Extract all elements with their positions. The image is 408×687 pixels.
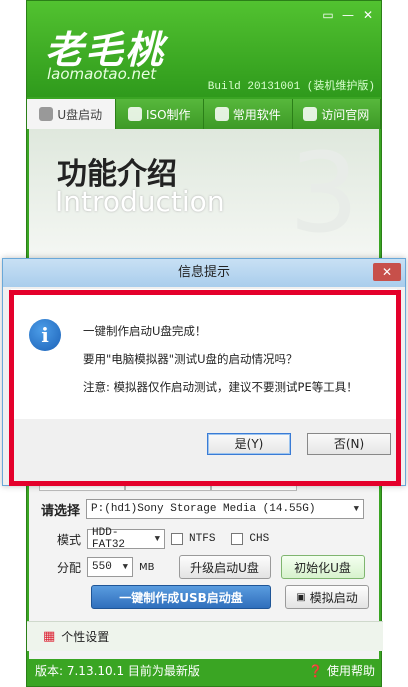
device-value: P:(hd1)Sony Storage Media (14.55G) — [91, 503, 316, 515]
yes-button[interactable]: 是(Y) — [207, 433, 291, 455]
monitor-icon: ▣ — [296, 591, 306, 603]
site-url: laomaotao.net — [47, 65, 157, 83]
mode-row: 模式 HDD-FAT32 ▼ NTFS CHS — [57, 527, 270, 551]
device-label: 请选择 — [41, 503, 81, 519]
build-label: Build 20131001 (装机维护版) — [207, 81, 375, 93]
info-dialog: 信息提示 ✕ i 一键制作启动U盘完成！ 要用"电脑模拟器"测试U盘的启动情况吗… — [2, 258, 406, 486]
no-button[interactable]: 否(N) — [307, 433, 391, 455]
intro-banner: 3 功能介绍 Introduction — [29, 129, 379, 269]
action-row: 一键制作成USB启动盘 ▣ 模拟启动 — [91, 585, 369, 609]
info-icon: i — [29, 319, 61, 351]
box-icon — [214, 107, 229, 121]
close-button[interactable]: ✕ — [357, 7, 379, 23]
intro-subtitle: Introduction — [55, 185, 225, 218]
user-icon — [303, 107, 318, 121]
dialog-line-2: 要用"电脑模拟器"测试U盘的启动情况吗？ — [83, 352, 298, 366]
chevron-down-icon: ▼ — [154, 534, 161, 544]
tab-iso-make[interactable]: ISO制作 — [115, 99, 204, 129]
dialog-close-button[interactable]: ✕ — [373, 263, 401, 281]
partition-value: 550 — [92, 561, 112, 573]
dialog-overlay: 信息提示 ✕ i 一键制作启动U盘完成！ 要用"电脑模拟器"测试U盘的启动情况吗… — [0, 258, 408, 488]
skin-button[interactable]: ▭ — [317, 7, 339, 23]
init-usb-button[interactable]: 初始化U盘 — [280, 555, 365, 579]
dialog-line-3: 注意: 模拟器仅作启动测试，建议不要测试PE等工具！ — [83, 380, 358, 394]
chevron-down-icon: ▼ — [353, 504, 360, 514]
palette-icon: ▦ — [43, 629, 56, 644]
version-text: 版本: 7.13.10.1 目前为最新版 — [35, 663, 200, 678]
upgrade-usb-button[interactable]: 升级启动U盘 — [178, 555, 271, 579]
partition-label: 分配 — [57, 560, 82, 575]
tab-common-software[interactable]: 常用软件 — [204, 99, 293, 129]
usb-icon — [39, 107, 54, 121]
intro-number: 3 — [289, 129, 359, 257]
ntfs-label: NTFS — [189, 533, 216, 545]
status-bar: 版本: 7.13.10.1 目前为最新版 ❓ 使用帮助 — [27, 655, 383, 685]
help-link[interactable]: ❓ 使用帮助 — [308, 662, 375, 679]
personal-settings[interactable]: ▦ 个性设置 — [27, 621, 383, 651]
dialog-title: 信息提示 — [177, 265, 230, 280]
help-icon: ❓ — [308, 663, 324, 678]
header: 老毛桃 laomaotao.net Build 20131001 (装机维护版)… — [27, 1, 381, 97]
device-row: 请选择 P:(hd1)Sony Storage Media (14.55G) ▼ — [41, 499, 365, 519]
minimize-button[interactable]: — — [337, 7, 359, 23]
mode-label: 模式 — [57, 532, 82, 547]
dialog-button-bar: 是(Y) 否(N) — [11, 419, 397, 479]
dialog-line-1: 一键制作启动U盘完成！ — [83, 324, 207, 338]
tab-label: 访问官网 — [321, 107, 370, 122]
settings-label: 个性设置 — [61, 630, 110, 644]
chevron-down-icon: ▼ — [122, 562, 129, 572]
main-tabs: U盘启动 ISO制作 常用软件 访问官网 — [27, 99, 381, 129]
partition-row: 分配 550 ▼ MB 升级启动U盘 初始化U盘 — [57, 555, 365, 579]
tab-label: U盘启动 — [57, 107, 103, 122]
chs-label: CHS — [249, 533, 270, 545]
make-usb-boot-button[interactable]: 一键制作成USB启动盘 — [91, 585, 271, 609]
partition-select[interactable]: 550 ▼ — [87, 557, 134, 577]
chs-checkbox[interactable] — [231, 533, 244, 545]
tab-usb-boot[interactable]: U盘启动 — [27, 99, 116, 129]
tab-label: ISO制作 — [145, 107, 191, 122]
tab-label: 常用软件 — [232, 107, 281, 122]
mode-value: HDD-FAT32 — [92, 527, 126, 551]
simulate-boot-button[interactable]: ▣ 模拟启动 — [285, 585, 369, 609]
ntfs-checkbox[interactable] — [171, 533, 184, 545]
help-label: 使用帮助 — [326, 663, 375, 678]
device-select[interactable]: P:(hd1)Sony Storage Media (14.55G) ▼ — [86, 499, 365, 519]
dialog-titlebar: 信息提示 ✕ — [3, 259, 405, 287]
mode-select[interactable]: HDD-FAT32 ▼ — [87, 527, 166, 551]
partition-unit: MB — [139, 561, 155, 573]
disc-icon — [127, 107, 142, 121]
simulate-label: 模拟启动 — [309, 590, 358, 605]
tab-official-site[interactable]: 访问官网 — [292, 99, 381, 129]
